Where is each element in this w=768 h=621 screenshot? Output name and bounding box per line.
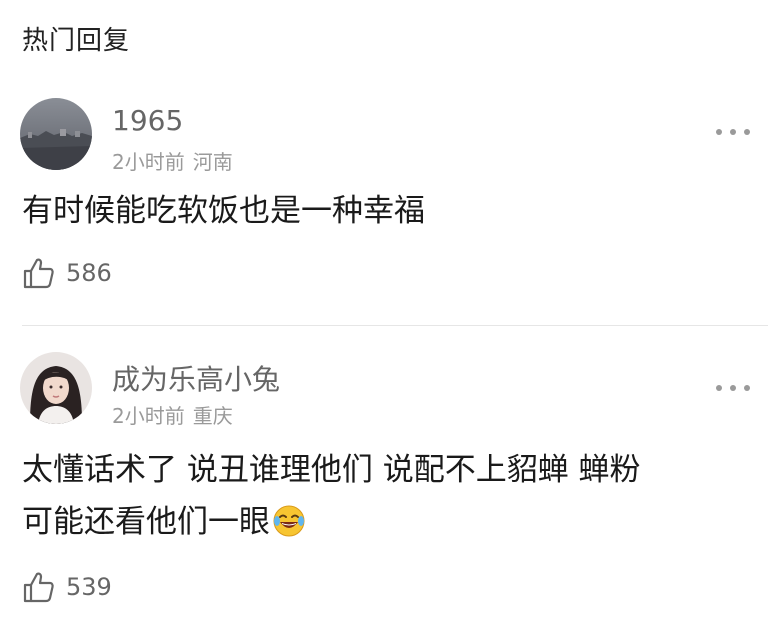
like-count: 586 bbox=[66, 259, 112, 287]
thumbs-up-icon bbox=[23, 258, 54, 289]
username[interactable]: 成为乐高小兔 bbox=[112, 358, 280, 398]
comment-text-line: 可能还看他们一眼 bbox=[22, 504, 270, 540]
landscape-avatar-image bbox=[20, 98, 92, 170]
like-count: 539 bbox=[66, 573, 112, 601]
comment-text: 太懂话术了 说丑谁理他们 说配不上貂蝉 蝉粉 可能还看他们一眼 bbox=[22, 444, 728, 554]
thumbs-up-icon bbox=[23, 572, 54, 603]
comment-text: 有时候能吃软饭也是一种幸福 bbox=[22, 193, 425, 229]
section-title: 热门回复 bbox=[22, 26, 131, 56]
comment-location: 重庆 bbox=[192, 404, 233, 428]
comment-time: 2小时前 bbox=[112, 150, 185, 174]
comment-text-line: 太懂话术了 说丑谁理他们 说配不上貂蝉 蝉粉 bbox=[22, 452, 641, 488]
avatar[interactable] bbox=[20, 98, 92, 170]
comment-meta: 2小时前 重庆 bbox=[112, 400, 233, 429]
more-options-icon[interactable] bbox=[716, 126, 750, 138]
like-button[interactable]: 586 bbox=[22, 256, 112, 290]
comment-location: 河南 bbox=[192, 150, 233, 174]
laughing-tears-emoji-icon bbox=[272, 502, 306, 554]
divider bbox=[22, 325, 768, 326]
comment-text-line-2: 可能还看他们一眼 bbox=[22, 496, 728, 554]
like-button[interactable]: 539 bbox=[22, 570, 112, 604]
more-options-icon[interactable] bbox=[716, 382, 750, 394]
avatar[interactable] bbox=[20, 352, 92, 424]
girl-portrait-avatar-image bbox=[20, 352, 92, 424]
comment-meta: 2小时前 河南 bbox=[112, 146, 233, 175]
comment-time: 2小时前 bbox=[112, 404, 185, 428]
username[interactable]: 1965 bbox=[112, 104, 183, 137]
